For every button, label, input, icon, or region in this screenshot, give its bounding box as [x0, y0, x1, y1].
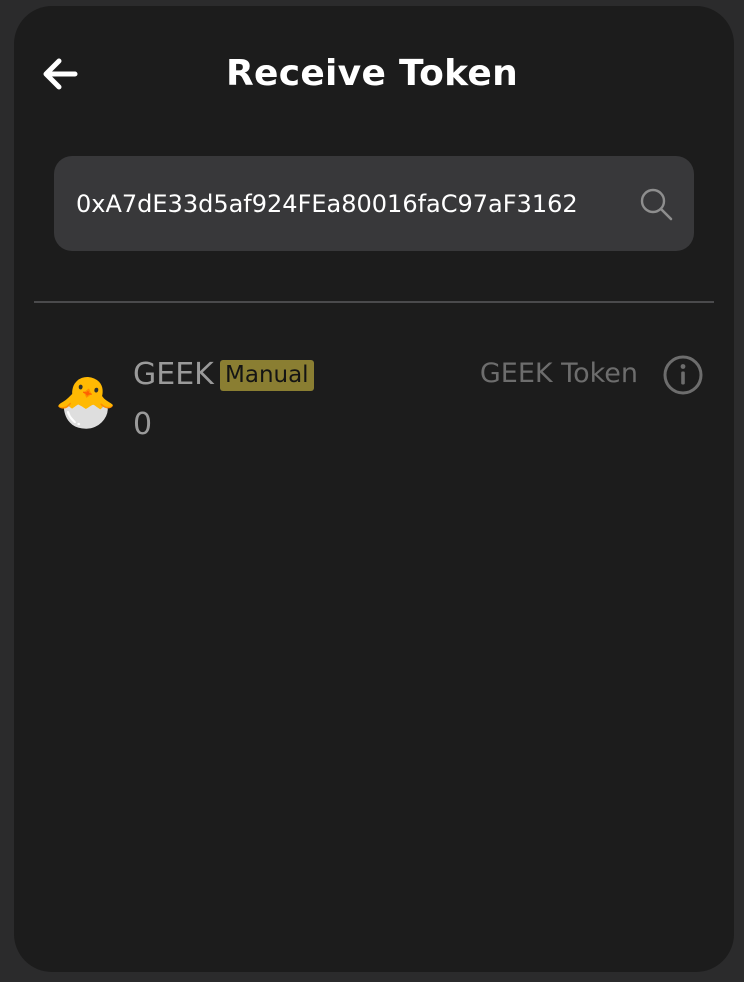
page-title: Receive Token	[225, 53, 519, 94]
token-row[interactable]: 🐣 GEEK Manual 0 GEEK Token	[44, 346, 704, 456]
search-box	[54, 156, 694, 251]
info-icon[interactable]	[662, 354, 704, 396]
divider	[34, 301, 714, 303]
token-name: GEEK Token	[479, 358, 638, 389]
header: Receive Token	[14, 6, 734, 146]
search-input[interactable]	[76, 156, 622, 251]
token-avatar: 🐣	[54, 373, 118, 431]
token-symbol: GEEK	[133, 357, 214, 392]
receive-token-panel: Receive Token 🐣 GEEK Manual 0 GEEK Token	[14, 6, 734, 972]
token-balance: 0	[133, 407, 153, 442]
search-icon[interactable]	[638, 186, 674, 222]
manual-badge: Manual	[220, 360, 314, 391]
